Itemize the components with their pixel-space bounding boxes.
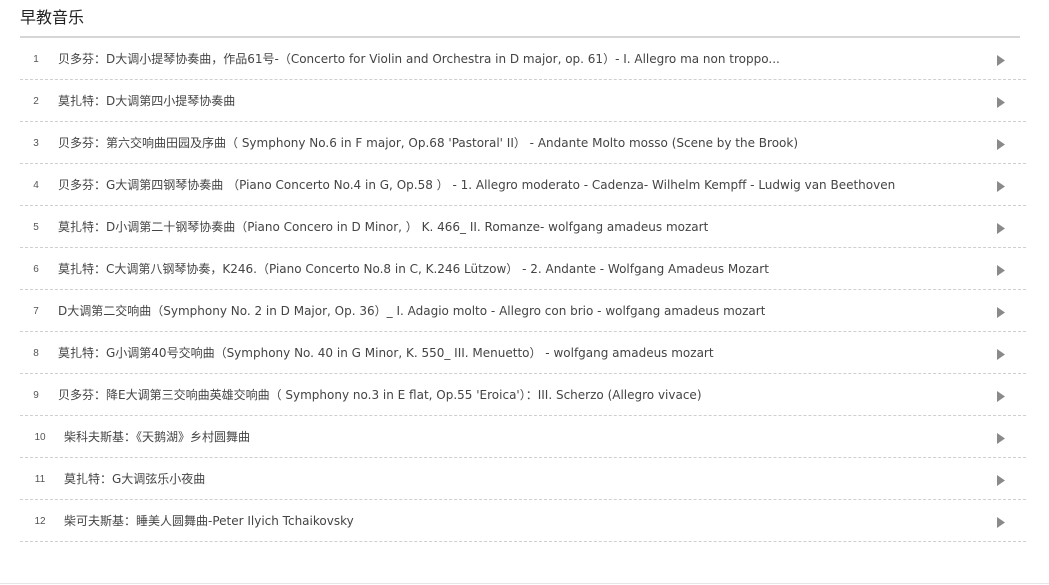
play-icon[interactable] xyxy=(996,222,1006,234)
play-icon[interactable] xyxy=(996,348,1006,360)
track-title-link[interactable]: 贝多芬：降E大调第三交响曲英雄交响曲（ Symphony no.3 in E f… xyxy=(58,374,702,416)
track-number: 7 xyxy=(33,306,39,317)
play-icon[interactable] xyxy=(996,390,1006,402)
track-title-link[interactable]: 莫扎特：G小调第40号交响曲（Symphony No. 40 in G Mino… xyxy=(58,332,714,374)
track-number: 4 xyxy=(33,180,39,191)
track-number: 9 xyxy=(33,390,39,401)
track-row[interactable]: 3 贝多芬：第六交响曲田园及序曲（ Symphony No.6 in F majo… xyxy=(20,122,1026,164)
track-row[interactable]: 12 柴可夫斯基：睡美人圆舞曲-Peter Ilyich Tchaikovsky xyxy=(20,500,1026,542)
track-title-link[interactable]: 莫扎特：D大调第四小提琴协奏曲 xyxy=(58,80,235,122)
track-row[interactable]: 1 贝多芬：D大调小提琴协奏曲，作品61号-（Concerto for Violi… xyxy=(20,38,1026,80)
track-title-link[interactable]: 莫扎特：D小调第二十钢琴协奏曲（Piano Concero in D Minor… xyxy=(58,206,708,248)
track-row[interactable]: 11 莫扎特：G大调弦乐小夜曲 xyxy=(20,458,1026,500)
track-title-link[interactable]: 贝多芬：G大调第四钢琴协奏曲 （Piano Concerto No.4 in G… xyxy=(58,164,895,206)
play-icon[interactable] xyxy=(996,96,1006,108)
track-row[interactable]: 2 莫扎特：D大调第四小提琴协奏曲 xyxy=(20,80,1026,122)
track-number: 11 xyxy=(34,474,46,485)
play-icon[interactable] xyxy=(996,516,1006,528)
play-icon[interactable] xyxy=(996,306,1006,318)
play-icon[interactable] xyxy=(996,180,1006,192)
play-icon[interactable] xyxy=(996,54,1006,66)
track-row[interactable]: 9 贝多芬：降E大调第三交响曲英雄交响曲（ Symphony no.3 in E … xyxy=(20,374,1026,416)
track-row[interactable]: 5 莫扎特：D小调第二十钢琴协奏曲（Piano Concero in D Mino… xyxy=(20,206,1026,248)
track-title-link[interactable]: 柴可夫斯基：睡美人圆舞曲-Peter Ilyich Tchaikovsky xyxy=(64,500,354,542)
play-icon[interactable] xyxy=(996,138,1006,150)
track-title-link[interactable]: D大调第二交响曲（Symphony No. 2 in D Major, Op. … xyxy=(58,290,765,332)
track-number: 12 xyxy=(34,516,46,527)
track-list: 1 贝多芬：D大调小提琴协奏曲，作品61号-（Concerto for Violi… xyxy=(20,38,1026,542)
play-icon[interactable] xyxy=(996,432,1006,444)
track-number: 10 xyxy=(34,432,46,443)
track-row[interactable]: 8 莫扎特：G小调第40号交响曲（Symphony No. 40 in G Min… xyxy=(20,332,1026,374)
track-number: 8 xyxy=(33,348,39,359)
play-icon[interactable] xyxy=(996,264,1006,276)
track-row[interactable]: 4 贝多芬：G大调第四钢琴协奏曲 （Piano Concerto No.4 in … xyxy=(20,164,1026,206)
play-icon[interactable] xyxy=(996,474,1006,486)
track-title-link[interactable]: 贝多芬：第六交响曲田园及序曲（ Symphony No.6 in F major… xyxy=(58,122,798,164)
music-panel: 早教音乐 1 贝多芬：D大调小提琴协奏曲，作品61号-（Concerto for … xyxy=(20,0,1026,542)
track-number: 5 xyxy=(33,222,39,233)
track-row[interactable]: 6 莫扎特：C大调第八钢琴协奏，K246.（Piano Concerto No.8… xyxy=(20,248,1026,290)
track-title-link[interactable]: 莫扎特：C大调第八钢琴协奏，K246.（Piano Concerto No.8 … xyxy=(58,248,769,290)
track-title-link[interactable]: 莫扎特：G大调弦乐小夜曲 xyxy=(64,458,205,500)
track-title-link[interactable]: 贝多芬：D大调小提琴协奏曲，作品61号-（Concerto for Violin… xyxy=(58,38,780,80)
track-number: 1 xyxy=(33,54,39,65)
track-row[interactable]: 7 D大调第二交响曲（Symphony No. 2 in D Major, Op.… xyxy=(20,290,1026,332)
footer-divider xyxy=(0,583,1049,584)
track-row[interactable]: 10 柴科夫斯基：《天鹅湖》乡村圆舞曲 xyxy=(20,416,1026,458)
track-number: 3 xyxy=(33,138,39,149)
track-title-link[interactable]: 柴科夫斯基：《天鹅湖》乡村圆舞曲 xyxy=(64,416,250,458)
track-number: 2 xyxy=(33,96,39,107)
section-title: 早教音乐 xyxy=(20,0,1020,38)
track-number: 6 xyxy=(33,264,39,275)
